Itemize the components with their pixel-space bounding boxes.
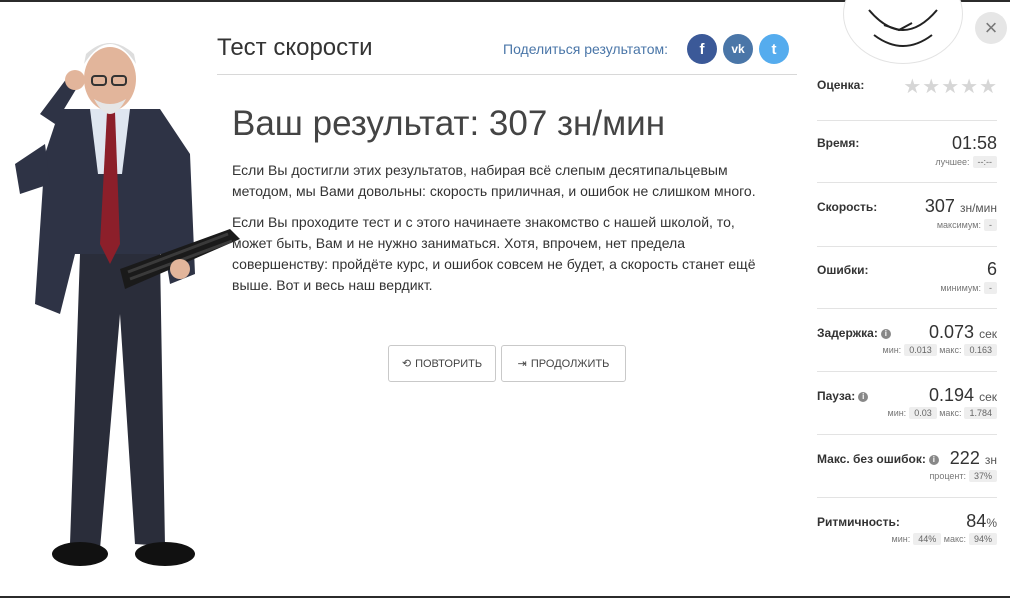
max-no-errors-value: 222 зн — [949, 448, 997, 468]
close-button[interactable]: × — [975, 12, 1007, 44]
close-icon: × — [984, 15, 998, 40]
delay-range: мин: 0.013 макс: 0.163 — [883, 344, 997, 356]
speed-value: 307 зн/мин — [924, 196, 997, 216]
star-icon: ★ — [941, 76, 960, 98]
twitter-share-button[interactable]: t — [759, 34, 789, 64]
rhythm-label: Ритмичность: — [817, 515, 900, 529]
pause-range: мин: 0.03 макс: 1.784 — [888, 407, 997, 419]
divider — [817, 497, 997, 498]
verdict-paragraph-1: Если Вы достигли этих результатов, набир… — [232, 162, 756, 199]
time-best: лучшее: --:-- — [935, 156, 997, 168]
repeat-label: ПОВТОРИТЬ — [415, 357, 483, 370]
info-icon[interactable]: i — [880, 329, 891, 339]
star-icon: ★ — [922, 76, 941, 98]
info-icon[interactable]: i — [858, 392, 869, 402]
result-heading: Ваш результат: 307 зн/мин — [232, 104, 666, 143]
continue-button[interactable]: ⇥ ПРОДОЛЖИТЬ — [501, 345, 626, 382]
star-icon: ★ — [979, 76, 997, 98]
twitter-icon: t — [771, 40, 777, 58]
repeat-icon: ⟲ — [401, 358, 412, 370]
time-label: Время: — [817, 136, 860, 150]
rhythm-value: 84% — [966, 511, 997, 531]
pause-value: 0.194 сек — [929, 385, 997, 405]
star-icon: ★ — [903, 76, 922, 98]
continue-label: ПРОДОЛЖИТЬ — [530, 357, 610, 370]
divider — [817, 308, 997, 309]
speed-label: Скорость: — [817, 200, 878, 214]
page-title: Тест скорости — [217, 34, 373, 61]
rating-label: Оценка: — [817, 78, 865, 92]
max-no-errors-percent: процент: 37% — [929, 470, 997, 482]
time-value: 01:58 — [951, 133, 997, 153]
man-illustration — [15, 43, 240, 566]
delay-value: 0.073 сек — [929, 322, 997, 342]
facebook-icon: f — [699, 40, 705, 58]
header-divider — [217, 74, 797, 75]
star-icon: ★ — [960, 76, 979, 98]
divider — [817, 182, 997, 183]
verdict-paragraph-2: Если Вы проходите тест и с этого начинае… — [232, 214, 756, 293]
pause-label: Пауза: i — [817, 389, 869, 403]
divider — [817, 434, 997, 435]
facebook-share-button[interactable]: f — [687, 34, 717, 64]
speed-max: максимум: - — [937, 219, 997, 231]
avatar — [843, 0, 963, 64]
divider — [817, 246, 997, 247]
vk-icon: vk — [731, 42, 745, 56]
errors-min: минимум: - — [940, 282, 997, 294]
rhythm-range: мин: 44% макс: 94% — [892, 533, 997, 545]
vk-share-button[interactable]: vk — [723, 34, 753, 64]
divider — [817, 120, 997, 121]
info-icon[interactable]: i — [928, 455, 939, 465]
repeat-button[interactable]: ⟲ ПОВТОРИТЬ — [388, 345, 496, 382]
delay-label: Задержка: i — [817, 326, 891, 340]
share-label: Поделиться результатом: — [503, 41, 669, 57]
cartoon-face-icon — [868, 9, 938, 47]
errors-value: 6 — [986, 259, 997, 279]
errors-label: Ошибки: — [817, 263, 869, 277]
continue-icon: ⇥ — [517, 358, 527, 370]
max-no-errors-label: Макс. без ошибок: i — [817, 452, 939, 466]
rating-stars: ★ ★ ★ ★ ★ — [903, 74, 997, 99]
divider — [817, 371, 997, 372]
